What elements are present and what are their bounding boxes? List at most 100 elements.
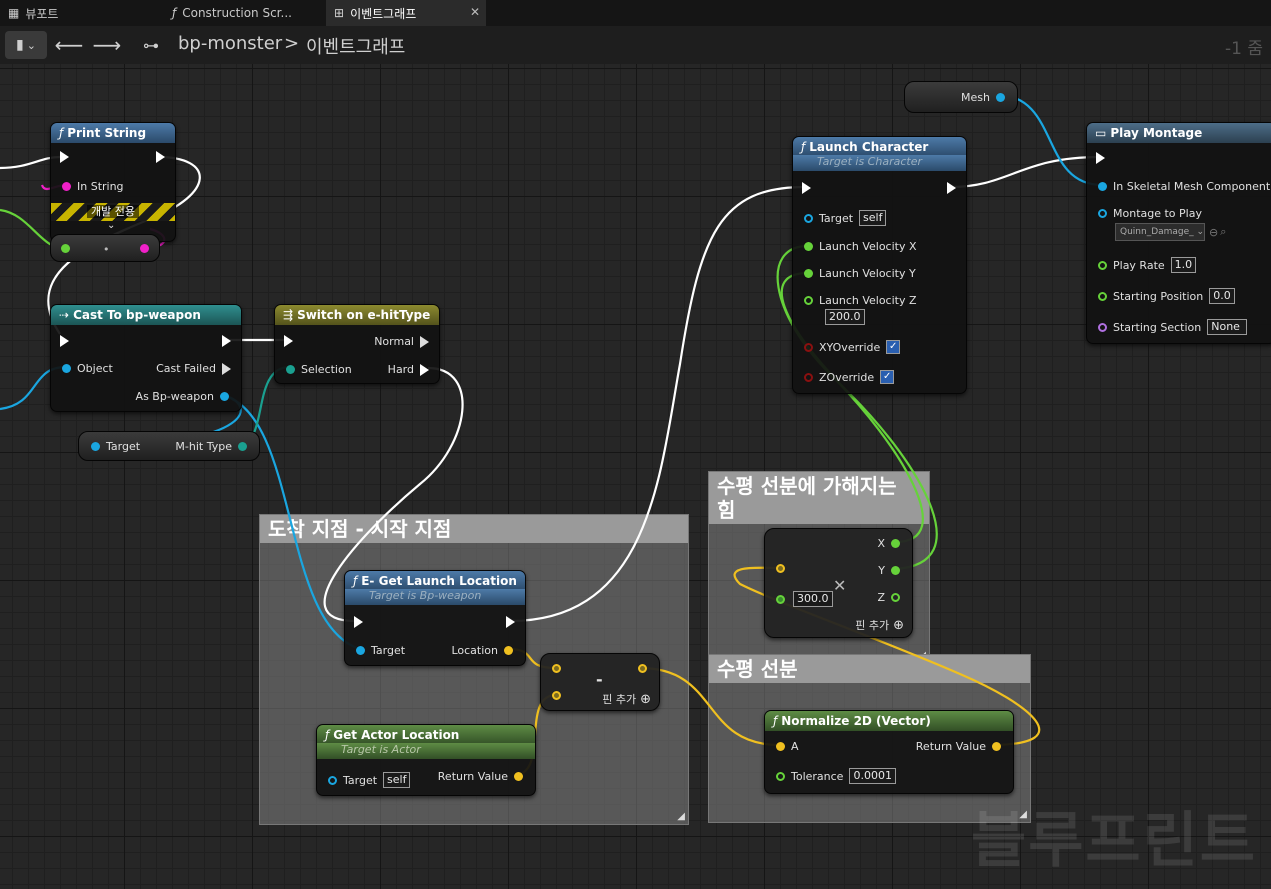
breadcrumb-graph[interactable]: 이벤트그래프: [306, 33, 405, 59]
node-subtract-vector[interactable]: - 핀 추가 ⊕: [540, 653, 660, 711]
float-pin[interactable]: [804, 269, 813, 278]
graph-canvas[interactable]: 도착 지점 - 시작 지점 ◢ 수평 선분에 가해지는 힘 ◢ 수평 선분 ◢: [0, 64, 1271, 889]
exec-in-pin[interactable]: [284, 335, 293, 347]
float-pin[interactable]: [891, 539, 900, 548]
tolerance-field[interactable]: 0.0001: [849, 768, 896, 784]
vector-pin[interactable]: [638, 664, 647, 673]
float-pin[interactable]: [1098, 260, 1107, 270]
string-pin[interactable]: [62, 182, 71, 191]
exec-out-pin[interactable]: [506, 616, 515, 628]
exec-in-pin[interactable]: [354, 616, 363, 628]
object-pin[interactable]: [328, 775, 337, 785]
node-get-launch-location[interactable]: ƒ E- Get Launch Location Target is Bp-wea…: [344, 570, 526, 666]
use-selected-icon[interactable]: ⊖: [1209, 226, 1218, 239]
exec-in-pin[interactable]: [802, 182, 811, 194]
bool-pin[interactable]: [804, 372, 813, 382]
montage-asset-dropdown[interactable]: Quinn_Damage_ ⌄: [1115, 223, 1205, 241]
node-switch-on-ehittype[interactable]: ⇶ Switch on e-hitType Normal Selection Ha…: [274, 304, 440, 384]
exec-in-pin[interactable]: [1096, 152, 1105, 164]
pin-label: Object: [77, 362, 113, 375]
vector-pin[interactable]: [514, 772, 523, 781]
byte-pin[interactable]: [238, 442, 247, 451]
object-pin[interactable]: [996, 93, 1005, 102]
float-pin[interactable]: [891, 566, 900, 575]
object-pin[interactable]: [220, 392, 229, 401]
node-get-mesh[interactable]: Mesh: [904, 81, 1018, 113]
float-pin[interactable]: [776, 594, 785, 604]
zoverride-checkbox[interactable]: ✓: [880, 370, 895, 384]
vector-pin[interactable]: [504, 646, 513, 655]
float-pin[interactable]: [804, 242, 813, 251]
pin-label: In String: [77, 180, 124, 193]
vector-pin[interactable]: [776, 564, 785, 573]
object-pin[interactable]: [62, 364, 71, 373]
byte-pin[interactable]: [286, 365, 295, 374]
add-pin-label: 핀 추가: [855, 619, 890, 632]
node-make-literal[interactable]: •: [50, 234, 160, 262]
montage-asset-value: Quinn_Damage_: [1120, 227, 1194, 237]
vector-pin[interactable]: [552, 691, 561, 700]
node-print-string[interactable]: ƒ Print String In String 개발 전용 ⌄: [50, 122, 176, 242]
xyoverride-checkbox[interactable]: ✓: [886, 340, 901, 354]
exec-normal-pin[interactable]: [420, 335, 429, 348]
exec-out-pin[interactable]: [222, 335, 231, 347]
name-pin[interactable]: [1098, 322, 1107, 332]
subtract-symbol: -: [596, 670, 603, 689]
plus-circle-icon: ⊕: [640, 691, 651, 707]
node-get-mhit-type[interactable]: Target M-hit Type: [78, 431, 260, 461]
exec-in-pin[interactable]: [60, 151, 69, 163]
object-pin[interactable]: [356, 646, 365, 655]
breadcrumb-blueprint[interactable]: bp-monster: [178, 33, 282, 54]
node-cast-to-bp-weapon[interactable]: ⇢ Cast To bp-weapon Object Cast Failed As…: [50, 304, 242, 412]
exec-out-pin[interactable]: [156, 151, 165, 163]
bookmark-dropdown-button[interactable]: ▮ ⌄: [5, 31, 47, 59]
add-pin-button[interactable]: 핀 추가 ⊕: [602, 691, 651, 707]
pin-label: A: [791, 740, 799, 753]
node-play-montage[interactable]: ▭ Play Montage In Skeletal Mesh Component…: [1086, 122, 1271, 344]
pin-label: X: [877, 537, 885, 550]
float-pin[interactable]: [1098, 291, 1107, 301]
tab-label: Construction Scr...: [182, 6, 292, 20]
bool-pin[interactable]: [804, 342, 813, 352]
multiplier-field[interactable]: 300.0: [793, 591, 833, 607]
vector-pin[interactable]: [992, 742, 1001, 751]
tab-viewport[interactable]: ▦ 뷰포트: [0, 0, 160, 26]
tab-construction-script[interactable]: ƒ Construction Scr...: [164, 0, 322, 26]
exec-in-pin[interactable]: [60, 335, 69, 347]
exec-hard-pin[interactable]: [420, 363, 429, 376]
browse-search-icon[interactable]: ⌕: [1220, 225, 1226, 239]
float-pin[interactable]: [804, 296, 813, 305]
add-pin-button[interactable]: 핀 추가 ⊕: [855, 617, 904, 633]
string-pin[interactable]: [140, 244, 149, 253]
tab-bar: ▦ 뷰포트 ƒ Construction Scr... ⊞ 이벤트그래프 ✕: [0, 0, 1271, 27]
vector-pin[interactable]: [552, 664, 561, 673]
node-get-actor-location[interactable]: ƒ Get Actor Location Target is Actor Targ…: [316, 724, 536, 796]
object-pin[interactable]: [1098, 209, 1107, 218]
close-icon[interactable]: ✕: [470, 5, 480, 19]
node-normalize-2d[interactable]: ƒ Normalize 2D (Vector) A Return Value To…: [764, 710, 1014, 794]
float-pin[interactable]: [776, 771, 785, 781]
float-pin[interactable]: [61, 244, 70, 253]
play-rate-field[interactable]: 1.0: [1170, 257, 1197, 273]
vector-pin[interactable]: [776, 742, 785, 751]
starting-position-field[interactable]: 0.0: [1209, 288, 1235, 304]
function-icon: ƒ: [325, 728, 330, 742]
launch-velocity-z-field[interactable]: 200.0: [825, 309, 865, 325]
node-multiply-vector-float[interactable]: 300.0 ✕ X Y Z 핀 추가 ⊕: [764, 528, 913, 638]
node-launch-character[interactable]: ƒ Launch Character Target is Character Ta…: [792, 136, 967, 394]
node-title: Switch on e-hitType: [297, 308, 431, 322]
object-pin[interactable]: [91, 442, 100, 451]
back-arrow-icon[interactable]: ⟵: [55, 31, 84, 59]
exec-out-pin[interactable]: [947, 182, 956, 194]
object-pin[interactable]: [804, 213, 813, 223]
blueprint-watermark: 블루프린트: [971, 806, 1257, 876]
pin-label: Target: [106, 440, 141, 453]
expand-chevron-icon[interactable]: ⌄: [107, 220, 115, 231]
object-pin[interactable]: [1098, 182, 1107, 191]
forward-arrow-icon[interactable]: ⟶: [93, 31, 122, 59]
exec-cast-failed-pin[interactable]: [222, 362, 231, 375]
dev-only-banner: 개발 전용: [51, 203, 175, 221]
starting-section-field[interactable]: None: [1207, 319, 1248, 335]
float-pin[interactable]: [891, 593, 900, 602]
tab-event-graph[interactable]: ⊞ 이벤트그래프 ✕: [326, 0, 486, 26]
